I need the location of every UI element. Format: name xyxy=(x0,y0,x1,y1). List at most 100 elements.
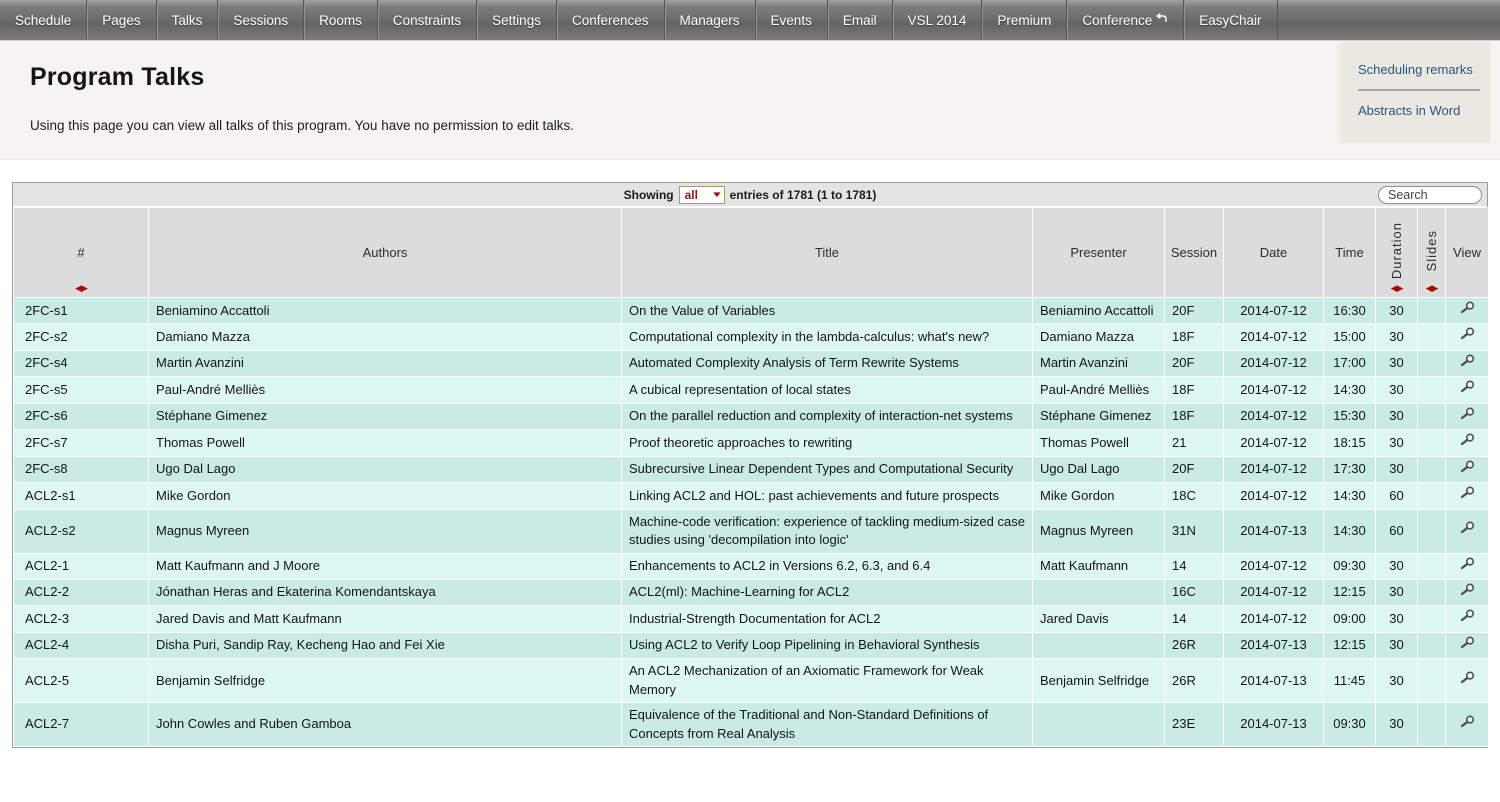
nav-tab-events[interactable]: Events xyxy=(756,0,828,40)
magnifier-icon[interactable] xyxy=(1459,460,1476,474)
slides-cell xyxy=(1418,579,1446,605)
magnifier-icon[interactable] xyxy=(1459,557,1476,571)
num-cell: ACL2-4 xyxy=(14,632,149,658)
magnifier-icon[interactable] xyxy=(1459,521,1476,535)
column-header-slides[interactable]: Slides◀▶ xyxy=(1418,208,1446,298)
nav-tab-easychair[interactable]: EasyChair xyxy=(1184,0,1277,40)
session-cell: 20F xyxy=(1165,350,1224,376)
abstracts-in-word-link[interactable]: Abstracts in Word xyxy=(1358,97,1490,124)
magnifier-icon[interactable] xyxy=(1459,380,1476,394)
view-cell xyxy=(1446,659,1489,703)
time-cell: 14:30 xyxy=(1324,377,1376,403)
column-header-time: Time xyxy=(1324,208,1376,298)
magnifier-icon[interactable] xyxy=(1459,609,1476,623)
title-cell: ACL2(ml): Machine-Learning for ACL2 xyxy=(622,579,1033,605)
nav-tab-vsl-2014[interactable]: VSL 2014 xyxy=(893,0,983,40)
date-cell: 2014-07-13 xyxy=(1224,632,1324,658)
scheduling-remarks-link[interactable]: Scheduling remarks xyxy=(1358,56,1490,83)
view-cell xyxy=(1446,377,1489,403)
slides-cell xyxy=(1418,509,1446,553)
session-cell: 26R xyxy=(1165,632,1224,658)
date-cell: 2014-07-12 xyxy=(1224,430,1324,456)
date-cell: 2014-07-12 xyxy=(1224,606,1324,632)
date-cell: 2014-07-12 xyxy=(1224,350,1324,376)
date-cell: 2014-07-13 xyxy=(1224,659,1324,703)
time-cell: 12:15 xyxy=(1324,579,1376,605)
sort-arrows-icon[interactable]: ◀▶ xyxy=(14,284,148,293)
session-cell: 20F xyxy=(1165,298,1224,324)
magnifier-icon[interactable] xyxy=(1459,486,1476,500)
magnifier-icon[interactable] xyxy=(1459,407,1476,421)
duration-cell: 30 xyxy=(1376,579,1418,605)
magnifier-icon[interactable] xyxy=(1459,671,1476,685)
date-cell: 2014-07-12 xyxy=(1224,377,1324,403)
side-panel: Scheduling remarks Abstracts in Word xyxy=(1337,42,1490,143)
duration-cell: 30 xyxy=(1376,403,1418,429)
table-row: 2FC-s8Ugo Dal LagoSubrecursive Linear De… xyxy=(14,456,1489,482)
slides-cell xyxy=(1418,553,1446,579)
session-cell: 20F xyxy=(1165,456,1224,482)
magnifier-icon[interactable] xyxy=(1459,715,1476,729)
table-row: 2FC-s6Stéphane GimenezOn the parallel re… xyxy=(14,403,1489,429)
sort-arrows-icon[interactable]: ◀▶ xyxy=(1376,284,1417,293)
page-description: Using this page you can view all talks o… xyxy=(30,118,574,133)
spacer xyxy=(0,160,1500,182)
title-cell: An ACL2 Mechanization of an Axiomatic Fr… xyxy=(622,659,1033,703)
authors-cell: Benjamin Selfridge xyxy=(149,659,622,703)
nav-tab-talks[interactable]: Talks xyxy=(157,0,219,40)
side-panel-divider xyxy=(1358,89,1480,91)
sort-arrows-icon[interactable]: ◀▶ xyxy=(1418,284,1445,293)
nav-tab-pages[interactable]: Pages xyxy=(87,0,156,40)
column-label: Authors xyxy=(363,245,408,260)
magnifier-icon[interactable] xyxy=(1459,583,1476,597)
magnifier-icon[interactable] xyxy=(1459,301,1476,315)
table-topbar: Showing all ▼ entries of 1781 (1 to 1781… xyxy=(13,183,1487,207)
table-row: 2FC-s4Martin AvanziniAutomated Complexit… xyxy=(14,350,1489,376)
authors-cell: Magnus Myreen xyxy=(149,509,622,553)
table-header-row: #◀▶AuthorsTitlePresenterSessionDateTimeD… xyxy=(14,208,1489,298)
num-cell: ACL2-7 xyxy=(14,703,149,747)
magnifier-icon[interactable] xyxy=(1459,354,1476,368)
search-input[interactable] xyxy=(1378,186,1482,204)
time-cell: 11:45 xyxy=(1324,659,1376,703)
nav-tab-settings[interactable]: Settings xyxy=(477,0,557,40)
table-row: 2FC-s1Beniamino AccattoliOn the Value of… xyxy=(14,298,1489,324)
magnifier-icon[interactable] xyxy=(1459,636,1476,650)
nav-tab-managers[interactable]: Managers xyxy=(665,0,756,40)
column-label: Date xyxy=(1260,245,1287,260)
time-cell: 15:00 xyxy=(1324,324,1376,350)
view-cell xyxy=(1446,456,1489,482)
duration-cell: 60 xyxy=(1376,483,1418,509)
column-header-duration[interactable]: Duration◀▶ xyxy=(1376,208,1418,298)
magnifier-icon[interactable] xyxy=(1459,433,1476,447)
column-header-num[interactable]: #◀▶ xyxy=(14,208,149,298)
slides-cell xyxy=(1418,324,1446,350)
nav-tab-label: Premium xyxy=(997,13,1051,28)
presenter-cell: Paul-André Melliès xyxy=(1033,377,1165,403)
presenter-cell: Matt Kaufmann xyxy=(1033,553,1165,579)
entries-per-page-select[interactable]: all ▼ xyxy=(679,186,725,204)
num-cell: ACL2-3 xyxy=(14,606,149,632)
nav-tab-sessions[interactable]: Sessions xyxy=(218,0,304,40)
nav-tab-schedule[interactable]: Schedule xyxy=(0,0,87,40)
chevron-down-icon: ▼ xyxy=(710,190,723,199)
authors-cell: Jónathan Heras and Ekaterina Komendantsk… xyxy=(149,579,622,605)
nav-tab-label: Settings xyxy=(492,13,541,28)
table-row: 2FC-s5Paul-André MellièsA cubical repres… xyxy=(14,377,1489,403)
nav-tab-conferences[interactable]: Conferences xyxy=(557,0,665,40)
magnifier-icon[interactable] xyxy=(1459,327,1476,341)
time-cell: 14:30 xyxy=(1324,483,1376,509)
num-cell: 2FC-s6 xyxy=(14,403,149,429)
return-arrow-icon xyxy=(1152,13,1168,28)
view-cell xyxy=(1446,509,1489,553)
nav-tab-email[interactable]: Email xyxy=(828,0,893,40)
nav-tab-premium[interactable]: Premium xyxy=(982,0,1067,40)
column-label: Session xyxy=(1171,245,1217,260)
nav-tab-constraints[interactable]: Constraints xyxy=(378,0,477,40)
authors-cell: Thomas Powell xyxy=(149,430,622,456)
nav-tab-rooms[interactable]: Rooms xyxy=(304,0,378,40)
presenter-cell: Stéphane Gimenez xyxy=(1033,403,1165,429)
nav-tab-conference[interactable]: Conference xyxy=(1067,0,1184,40)
authors-cell: Matt Kaufmann and J Moore xyxy=(149,553,622,579)
session-cell: 18F xyxy=(1165,324,1224,350)
